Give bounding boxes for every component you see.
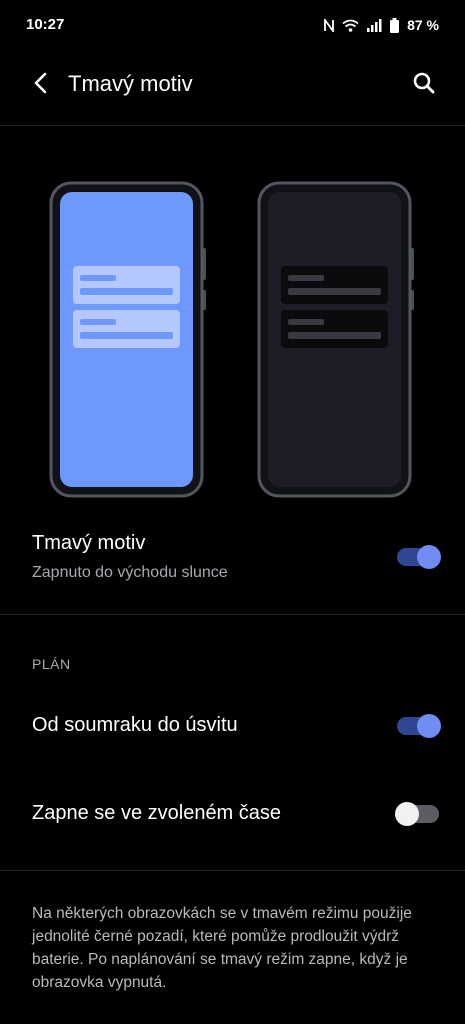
schedule-option-custom-time[interactable]: Zapne se ve zvoleném čase [0, 784, 465, 844]
dark-theme-row[interactable]: Tmavý motiv Zapnuto do východu slunce [0, 520, 465, 608]
dark-phone-preview [257, 181, 414, 498]
toggle-knob [417, 714, 441, 738]
signal-icon [367, 18, 382, 32]
toggle-knob [417, 545, 441, 569]
page-title: Tmavý motiv [68, 71, 193, 96]
footer-divider [0, 870, 465, 871]
schedule-option-label: Od soumraku do úsvitu [32, 714, 238, 736]
toggle-knob [395, 802, 419, 826]
footer-note: Na některých obrazovkách se v tmavém rež… [32, 905, 412, 991]
search-button[interactable] [409, 70, 439, 100]
schedule-option-dusk-to-dawn[interactable]: Od soumraku do úsvitu [0, 696, 465, 756]
battery-icon [390, 17, 400, 33]
back-arrow-icon [33, 72, 49, 99]
battery-percent: 87 % [407, 17, 439, 33]
light-phone-preview [49, 181, 206, 498]
dark-theme-title: Tmavý motiv [32, 532, 146, 554]
section-divider [0, 614, 465, 615]
search-icon [413, 72, 435, 99]
app-bar: Tmavý motiv [0, 50, 465, 120]
theme-preview [0, 170, 465, 510]
wifi-icon [342, 19, 359, 32]
status-icons: 87 % [324, 16, 439, 34]
header-divider [0, 125, 465, 126]
back-button[interactable] [26, 70, 56, 100]
nfc-icon [324, 18, 334, 32]
custom-time-toggle[interactable] [395, 802, 439, 826]
schedule-option-label: Zapne se ve zvoleném čase [32, 802, 282, 824]
dusk-to-dawn-toggle[interactable] [397, 714, 441, 738]
dark-theme-toggle[interactable] [397, 545, 441, 569]
dark-theme-subtitle: Zapnuto do východu slunce [32, 564, 228, 581]
schedule-section-label: PLÁN [32, 656, 71, 672]
status-time: 10:27 [26, 16, 65, 33]
status-bar: 10:27 87 % [0, 0, 465, 50]
